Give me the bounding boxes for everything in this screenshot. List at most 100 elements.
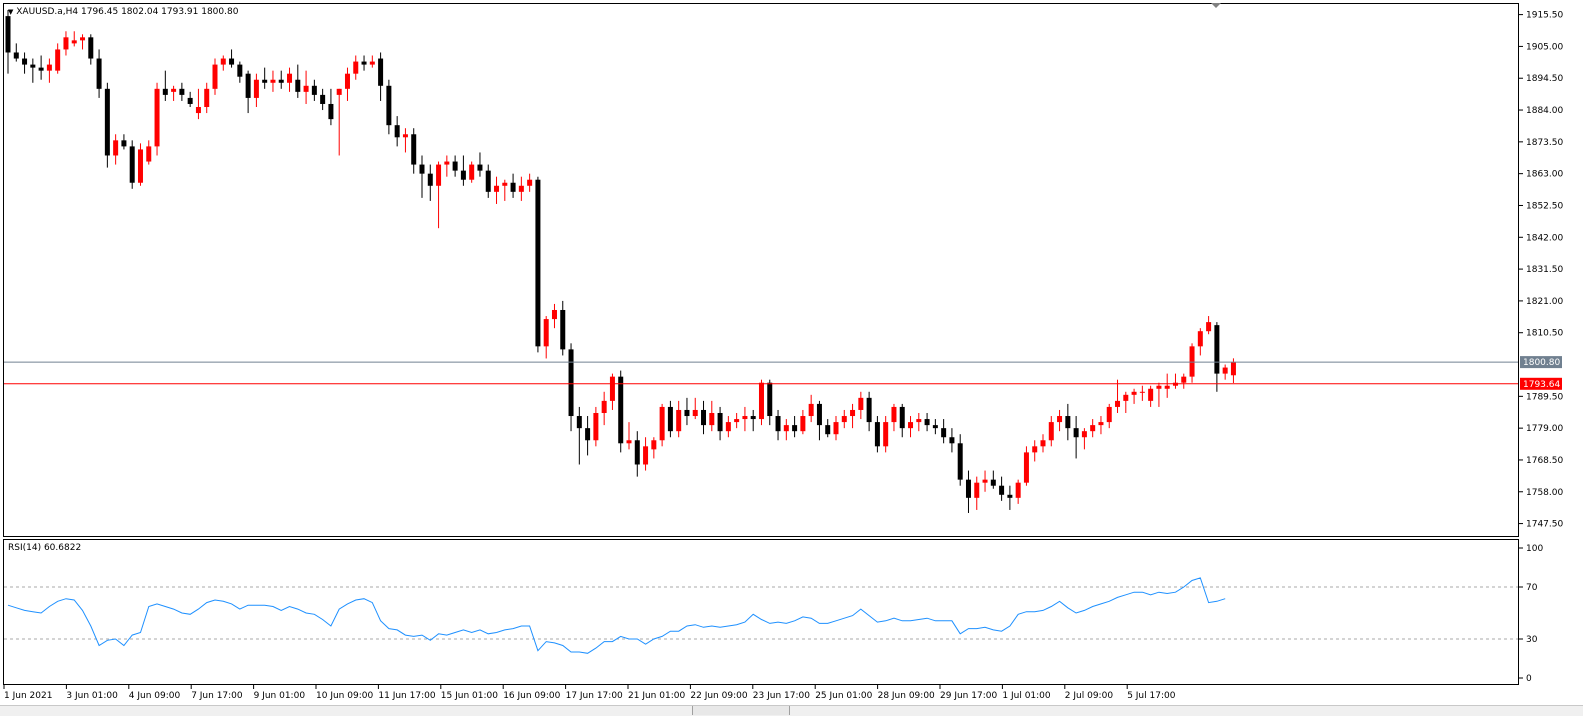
candle-body [518,185,524,192]
candle-body [891,406,897,423]
candle-body [783,425,789,432]
chart-window: ▼ XAUUSD.a,H4 1796.45 1802.04 1793.91 18… [0,0,1583,716]
candle-body [841,416,847,423]
candle-body [941,428,947,438]
candle-body [792,425,798,432]
time-tick-label: 1 Jun 2021 [4,691,52,701]
candle-body [684,409,690,417]
candle-body [1098,422,1104,426]
candle-body [816,403,822,426]
time-tick-label: 2 Jul 09:00 [1065,691,1114,701]
candle-body [1073,428,1079,438]
candle-body [30,64,36,68]
candle-body [651,440,657,450]
candle-body [55,49,61,71]
candle-body [195,107,201,114]
candle-body [850,409,856,417]
candle-body [1197,331,1203,347]
candle-body [601,400,607,413]
chart-tab[interactable] [692,706,790,715]
time-tick-label: 16 Jun 09:00 [503,691,560,701]
candle-body [411,134,417,165]
candle-body [80,37,86,41]
candle-body [667,406,673,432]
candle-body [344,73,350,89]
rsi-indicator-panel[interactable]: RSI(14) 60.6822 [3,539,1519,685]
price-tick-label: 1863.00 [1526,170,1563,180]
candle-body [833,422,839,435]
candle-body [1081,431,1087,438]
candle-body [13,52,19,59]
candle-body [229,58,235,65]
candle-body [353,61,359,74]
candle-body [1115,400,1121,407]
candle-body [46,64,52,71]
candle-body [618,376,624,444]
candle-body [535,179,541,347]
time-tick-label: 15 Jun 01:00 [441,691,498,701]
candle-body [527,179,533,186]
candle-body [328,103,334,120]
candle-body [444,161,450,165]
candle-body [1007,494,1013,498]
candle-body [386,85,392,126]
candle-body [22,58,28,65]
candle-body [113,140,119,156]
candle-body [767,382,773,417]
candle-body [121,140,127,147]
candlestick-plot[interactable] [4,4,1518,536]
candle-body [676,409,682,432]
time-tick-label: 25 Jun 01:00 [815,691,872,701]
candle-body [1164,385,1170,389]
candle-body [742,416,748,420]
candle-body [717,412,723,432]
price-chart-panel[interactable]: ▼ XAUUSD.a,H4 1796.45 1802.04 1793.91 18… [3,3,1519,537]
candle-body [1131,391,1137,395]
candle-body [609,376,615,401]
candle-body [402,134,408,138]
candle-body [477,164,483,171]
candle-body [187,97,193,104]
rsi-tick-label: 100 [1526,544,1543,554]
price-tick-label: 1905.00 [1526,42,1563,52]
candle-body [129,146,135,183]
candle-body [253,79,259,98]
rsi-plot[interactable] [4,540,1518,684]
candle-body [469,164,475,180]
candle-body [502,182,508,186]
candle-body [543,319,549,347]
time-tick-label: 22 Jun 09:00 [690,691,747,701]
rsi-axis: 100 70 30 0 [1519,544,1543,684]
candle-body [585,428,591,441]
price-tick-label: 1873.50 [1526,138,1563,148]
candle-body [220,58,226,65]
candle-body [1040,440,1046,447]
rsi-tick-label: 30 [1526,635,1538,645]
candle-body [1148,388,1154,401]
candle-body [245,73,251,98]
time-tick-label: 17 Jun 17:00 [566,691,623,701]
candle-body [593,412,599,441]
candle-body [104,88,110,156]
candle-body [71,40,77,44]
candle-body [1032,446,1038,453]
candle-body [982,479,988,483]
candle-body [179,88,185,95]
candle-body [419,164,425,174]
candle-body [908,422,914,429]
time-tick-label: 11 Jun 17:00 [378,691,435,701]
candle-body [808,403,814,417]
time-tick-label: 5 Jul 17:00 [1127,691,1176,701]
ask-price-tag: 1793.64 [1523,380,1560,390]
candle-body [800,416,806,432]
candle-body [494,185,500,192]
time-tick-label: 28 Jun 09:00 [878,691,935,701]
candle-body [394,125,400,138]
time-tick-label: 21 Jun 01:00 [628,691,685,701]
candle-body [485,170,491,192]
price-tick-label: 1842.00 [1526,233,1563,243]
candle-body [725,422,731,432]
time-tick-label: 10 Jun 09:00 [316,691,373,701]
candle-body [303,85,309,92]
candle-body [295,79,301,92]
